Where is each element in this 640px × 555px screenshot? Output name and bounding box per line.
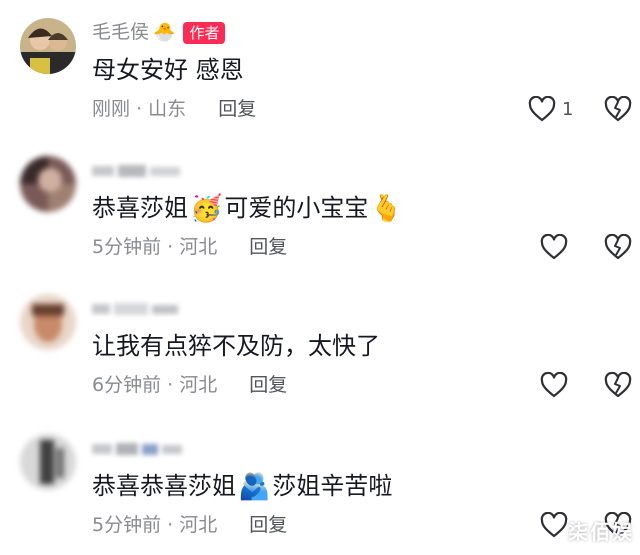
comment-meta: 5分钟前 · 河北 回复 <box>92 234 287 260</box>
comment-text: 让我有点猝不及防，太快了 <box>92 332 380 360</box>
finger-heart-emoji: 🫰 <box>370 194 403 224</box>
avatar[interactable] <box>20 434 76 490</box>
broken-heart-icon <box>604 372 632 398</box>
comment-meta: 5分钟前 · 河北 回复 <box>92 512 287 538</box>
meta-separator: · <box>167 514 174 536</box>
comment-meta: 6分钟前 · 河北 回复 <box>92 372 287 398</box>
reply-button[interactable]: 回复 <box>249 374 287 396</box>
avatar[interactable] <box>20 18 76 74</box>
comment-location: 山东 <box>148 98 187 120</box>
like-button[interactable] <box>540 512 568 538</box>
comment-location: 河北 <box>179 374 218 396</box>
meta-separator: · <box>136 98 143 120</box>
comment-time: 刚刚 <box>92 98 131 120</box>
hugging-face-emoji: 🫂 <box>238 472 271 502</box>
meta-separator: · <box>167 236 174 258</box>
heart-outline-icon <box>540 372 568 398</box>
reply-button[interactable]: 回复 <box>249 236 287 258</box>
author-badge: 作者 <box>183 21 226 44</box>
comment-time: 5分钟前 <box>92 514 162 536</box>
comment-item: 恭喜莎姐🥳可爱的小宝宝🫰 5分钟前 · 河北 回复 <box>0 156 640 266</box>
comment-username[interactable]: 毛毛侯 🐣 作者 <box>92 20 226 44</box>
reply-button[interactable]: 回复 <box>249 514 287 536</box>
dislike-button[interactable] <box>604 372 632 398</box>
comment-time: 5分钟前 <box>92 236 162 258</box>
comment-text: 母女安好 感恩 <box>92 56 244 84</box>
like-count: 1 <box>562 98 574 120</box>
reply-button[interactable]: 回复 <box>218 98 256 120</box>
like-button[interactable] <box>540 234 568 260</box>
partying-face-emoji: 🥳 <box>190 194 223 224</box>
dislike-button[interactable] <box>604 234 632 260</box>
heart-outline-icon <box>528 96 556 122</box>
watermark: 柒佰娱 <box>568 520 634 544</box>
comment-item: 毛毛侯 🐣 作者 母女安好 感恩 刚刚 · 山东 回复 1 <box>0 18 640 128</box>
comment-location: 河北 <box>179 236 218 258</box>
comment-text: 恭喜恭喜莎姐🫂莎姐辛苦啦 <box>92 472 393 502</box>
heart-outline-icon <box>540 512 568 538</box>
comment-username[interactable] <box>92 302 186 316</box>
heart-outline-icon <box>540 234 568 260</box>
like-button[interactable]: 1 <box>528 96 573 122</box>
comment-username[interactable] <box>92 442 186 456</box>
like-button[interactable] <box>540 372 568 398</box>
dislike-button[interactable] <box>604 96 632 122</box>
avatar[interactable] <box>20 156 76 212</box>
hatching-chick-icon: 🐣 <box>153 21 176 43</box>
broken-heart-icon <box>604 234 632 260</box>
comment-item: 让我有点猝不及防，太快了 6分钟前 · 河北 回复 <box>0 294 640 404</box>
comment-meta: 刚刚 · 山东 回复 <box>92 96 256 122</box>
comment-time: 6分钟前 <box>92 374 162 396</box>
comment-username[interactable] <box>92 164 186 178</box>
meta-separator: · <box>167 374 174 396</box>
comment-text: 恭喜莎姐🥳可爱的小宝宝🫰 <box>92 194 403 224</box>
comment-item: 恭喜恭喜莎姐🫂莎姐辛苦啦 5分钟前 · 河北 回复 <box>0 434 640 544</box>
comment-location: 河北 <box>179 514 218 536</box>
avatar[interactable] <box>20 294 76 350</box>
broken-heart-icon <box>604 96 632 122</box>
